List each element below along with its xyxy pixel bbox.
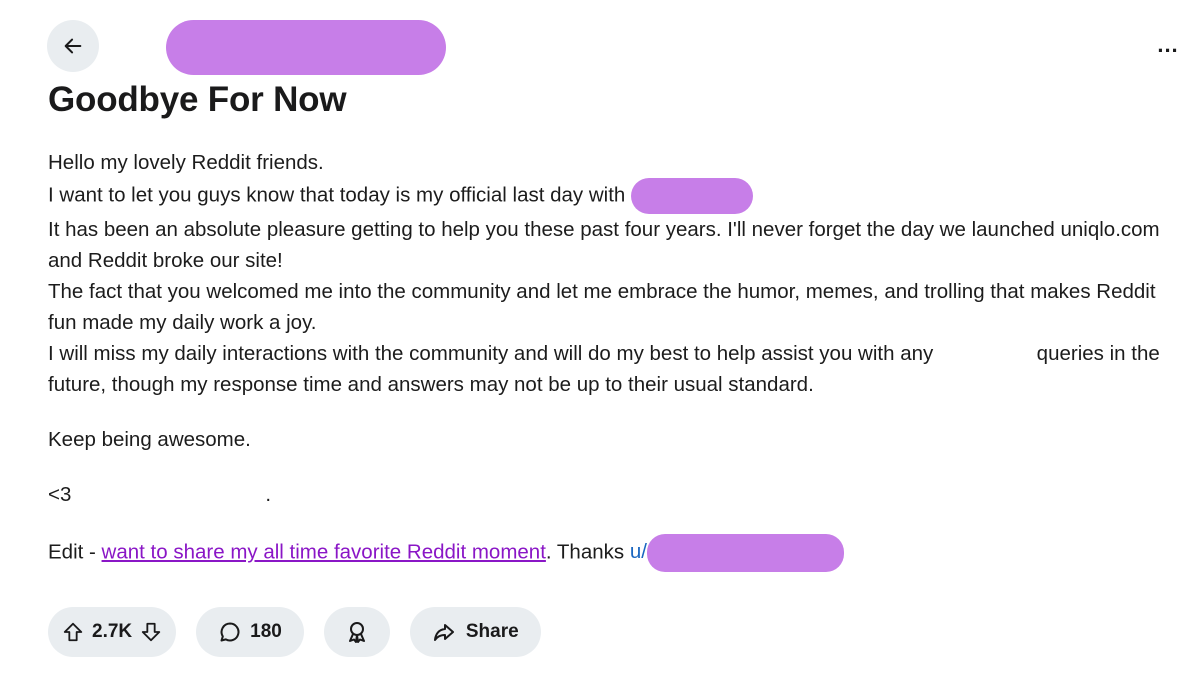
share-icon bbox=[432, 620, 456, 644]
paragraph-greeting: Hello my lovely Reddit friends. bbox=[48, 151, 324, 174]
award-icon bbox=[345, 620, 369, 644]
redacted-username bbox=[646, 534, 844, 572]
favorite-moment-link[interactable]: want to share my all time favorite Reddi… bbox=[102, 540, 546, 563]
paragraph-pleasure: It has been an absolute pleasure getting… bbox=[48, 218, 1160, 272]
redacted-company-name bbox=[631, 178, 754, 214]
paragraph-miss: I will miss my daily interactions with t… bbox=[48, 342, 1160, 396]
award-button[interactable] bbox=[323, 607, 390, 657]
back-button[interactable] bbox=[47, 20, 99, 72]
paragraph-keep-awesome: Keep being awesome. bbox=[48, 428, 251, 451]
comment-icon bbox=[218, 620, 242, 644]
downvote-icon[interactable] bbox=[140, 621, 162, 643]
post-title: Goodbye For Now bbox=[48, 80, 347, 119]
post-action-bar: 2.7K 180 Share bbox=[48, 607, 541, 657]
redacted-subreddit-name bbox=[166, 20, 446, 75]
arrow-left-icon bbox=[62, 35, 84, 57]
user-mention-link[interactable]: u/ bbox=[630, 534, 844, 572]
paragraph-community: The fact that you welcomed me into the c… bbox=[48, 280, 1156, 334]
paragraph-last-day: I want to let you guys know that today i… bbox=[48, 178, 1188, 214]
upvote-icon[interactable] bbox=[62, 621, 84, 643]
share-label: Share bbox=[465, 621, 519, 642]
comment-count: 180 bbox=[250, 621, 282, 642]
comments-button[interactable]: 180 bbox=[196, 607, 304, 657]
post-body: Hello my lovely Reddit friends. I want t… bbox=[48, 147, 1188, 572]
vote-count: 2.7K bbox=[92, 621, 133, 642]
share-button[interactable]: Share bbox=[409, 607, 541, 657]
paragraph-heart: <3. bbox=[48, 483, 272, 506]
vote-control: 2.7K bbox=[48, 607, 177, 657]
more-options-button[interactable]: ... bbox=[1150, 30, 1186, 60]
paragraph-edit: Edit - want to share my all time favorit… bbox=[48, 534, 1188, 572]
